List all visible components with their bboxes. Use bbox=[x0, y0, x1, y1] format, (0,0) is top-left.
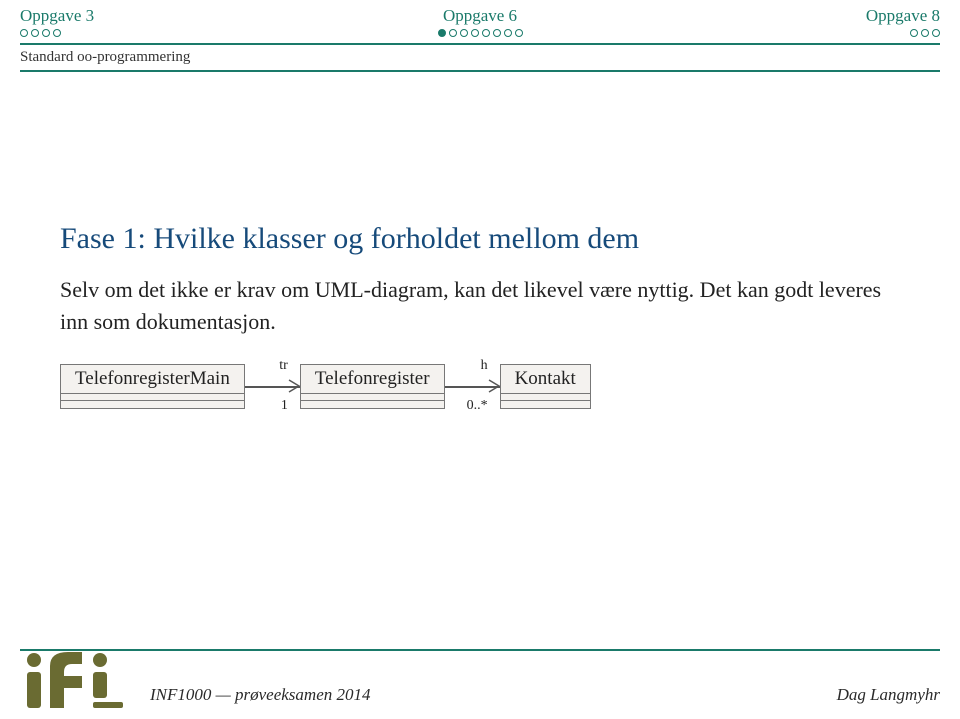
assoc-role: h bbox=[481, 358, 488, 374]
footer-text: INF1000 — prøveeksamen 2014 Dag Langmyhr bbox=[150, 685, 940, 705]
uml-diagram: TelefonregisterMain tr 1 Telefonregister… bbox=[60, 364, 900, 409]
uml-association-1: tr 1 bbox=[245, 374, 300, 398]
uml-class-name: Telefonregister bbox=[301, 365, 444, 394]
nav-row: Oppgave 3 Oppgave 6 Oppgave 8 bbox=[20, 6, 940, 37]
assoc-arrow-icon bbox=[488, 379, 500, 393]
progress-dots-right bbox=[866, 29, 940, 37]
slide-body: Selv om det ikke er krav om UML-diagram,… bbox=[60, 274, 900, 338]
slide-header: Oppgave 3 Oppgave 6 Oppgave 8 bbox=[0, 0, 960, 37]
progress-dots-left bbox=[20, 29, 94, 37]
progress-dot-icon bbox=[493, 29, 501, 37]
nav-oppgave-3: Oppgave 3 bbox=[20, 6, 94, 37]
footer-right: Dag Langmyhr bbox=[837, 685, 940, 705]
uml-class-name: Kontakt bbox=[501, 365, 590, 394]
slide-footer: INF1000 — prøveeksamen 2014 Dag Langmyhr bbox=[0, 649, 960, 719]
progress-dots-center bbox=[438, 29, 523, 37]
progress-dot-icon bbox=[932, 29, 940, 37]
nav-label: Oppgave 8 bbox=[866, 6, 940, 26]
uml-op-section bbox=[501, 401, 590, 408]
uml-attr-section bbox=[501, 394, 590, 401]
uml-class-telefonregister: Telefonregister bbox=[300, 364, 445, 409]
progress-dot-icon bbox=[910, 29, 918, 37]
progress-dot-icon bbox=[515, 29, 523, 37]
progress-dot-icon bbox=[482, 29, 490, 37]
progress-dot-icon bbox=[53, 29, 61, 37]
uml-attr-section bbox=[61, 394, 244, 401]
uml-class-kontakt: Kontakt bbox=[500, 364, 591, 409]
uml-class-telefonregistermain: TelefonregisterMain bbox=[60, 364, 245, 409]
footer-rule bbox=[20, 649, 940, 651]
assoc-multiplicity: 1 bbox=[281, 398, 288, 414]
uml-class-name: TelefonregisterMain bbox=[61, 365, 244, 394]
nav-oppgave-6: Oppgave 6 bbox=[438, 6, 523, 37]
assoc-role: tr bbox=[279, 358, 288, 374]
assoc-arrow-icon bbox=[288, 379, 300, 393]
progress-dot-icon bbox=[42, 29, 50, 37]
progress-dot-icon bbox=[20, 29, 28, 37]
assoc-multiplicity: 0..* bbox=[467, 398, 488, 414]
uml-attr-section bbox=[301, 394, 444, 401]
nav-label: Oppgave 6 bbox=[438, 6, 523, 26]
progress-dot-icon bbox=[504, 29, 512, 37]
uml-op-section bbox=[301, 401, 444, 408]
progress-dot-icon bbox=[31, 29, 39, 37]
ifi-logo-icon bbox=[20, 652, 130, 713]
section-subheading: Standard oo-programmering bbox=[0, 45, 960, 66]
footer-left: INF1000 — prøveeksamen 2014 bbox=[150, 685, 371, 705]
progress-dot-icon bbox=[471, 29, 479, 37]
progress-dot-icon bbox=[460, 29, 468, 37]
slide-title: Fase 1: Hvilke klasser og forholdet mell… bbox=[60, 222, 900, 256]
nav-oppgave-8: Oppgave 8 bbox=[866, 6, 940, 37]
uml-op-section bbox=[61, 401, 244, 408]
progress-dot-icon bbox=[921, 29, 929, 37]
progress-dot-icon bbox=[449, 29, 457, 37]
nav-label: Oppgave 3 bbox=[20, 6, 94, 26]
progress-dot-icon bbox=[438, 29, 446, 37]
slide-content: Fase 1: Hvilke klasser og forholdet mell… bbox=[0, 72, 960, 409]
uml-association-2: h 0..* bbox=[445, 374, 500, 398]
